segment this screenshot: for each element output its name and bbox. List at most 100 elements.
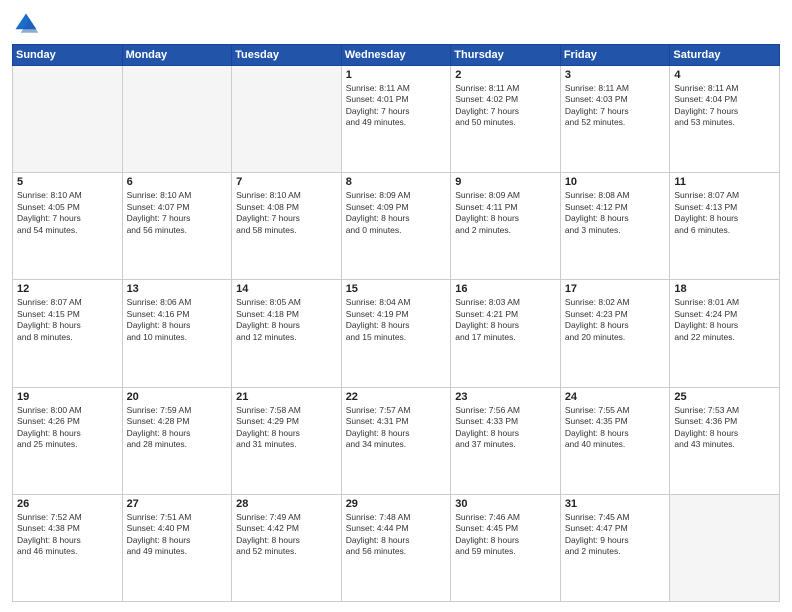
calendar-day-cell: 11 Sunrise: 8:07 AM Sunset: 4:13 PM Dayli… bbox=[670, 173, 780, 280]
day-number: 7 bbox=[236, 176, 337, 188]
day-number: 23 bbox=[455, 391, 556, 403]
calendar-day-cell bbox=[670, 494, 780, 601]
calendar-day-cell: 22 Sunrise: 7:57 AM Sunset: 4:31 PM Dayli… bbox=[341, 387, 451, 494]
day-number: 21 bbox=[236, 391, 337, 403]
day-info: Sunrise: 7:45 AM Sunset: 4:47 PM Dayligh… bbox=[565, 512, 666, 558]
calendar-day-cell: 14 Sunrise: 8:05 AM Sunset: 4:18 PM Dayli… bbox=[232, 280, 342, 387]
day-number: 5 bbox=[17, 176, 118, 188]
day-info: Sunrise: 8:01 AM Sunset: 4:24 PM Dayligh… bbox=[674, 297, 775, 343]
day-number: 13 bbox=[127, 283, 228, 295]
day-number: 30 bbox=[455, 498, 556, 510]
calendar-day-cell: 3 Sunrise: 8:11 AM Sunset: 4:03 PM Daylig… bbox=[560, 66, 670, 173]
calendar-day-cell: 19Sunrise: 8:00 AM Sunset: 4:26 PM Dayli… bbox=[13, 387, 123, 494]
day-info: Sunrise: 7:55 AM Sunset: 4:35 PM Dayligh… bbox=[565, 405, 666, 451]
day-info: Sunrise: 7:59 AM Sunset: 4:28 PM Dayligh… bbox=[127, 405, 228, 451]
day-number: 27 bbox=[127, 498, 228, 510]
day-info: Sunrise: 7:52 AM Sunset: 4:38 PM Dayligh… bbox=[17, 512, 118, 558]
day-number: 11 bbox=[674, 176, 775, 188]
day-number: 3 bbox=[565, 69, 666, 81]
calendar-week-row: 26 Sunrise: 7:52 AM Sunset: 4:38 PM Dayli… bbox=[13, 494, 780, 601]
calendar-day-header: Sunday bbox=[13, 45, 123, 66]
calendar-day-cell: 18 Sunrise: 8:01 AM Sunset: 4:24 PM Dayli… bbox=[670, 280, 780, 387]
day-number: 18 bbox=[674, 283, 775, 295]
calendar-day-cell: 12 Sunrise: 8:07 AM Sunset: 4:15 PM Dayli… bbox=[13, 280, 123, 387]
calendar-week-row: 1 Sunrise: 8:11 AM Sunset: 4:01 PM Daylig… bbox=[13, 66, 780, 173]
calendar-day-cell: 26 Sunrise: 7:52 AM Sunset: 4:38 PM Dayli… bbox=[13, 494, 123, 601]
calendar-day-cell: 10 Sunrise: 8:08 AM Sunset: 4:12 PM Dayli… bbox=[560, 173, 670, 280]
calendar-day-cell: 29Sunrise: 7:48 AM Sunset: 4:44 PM Dayli… bbox=[341, 494, 451, 601]
day-info: Sunrise: 8:11 AM Sunset: 4:03 PM Dayligh… bbox=[565, 83, 666, 129]
day-number: 26 bbox=[17, 498, 118, 510]
page: SundayMondayTuesdayWednesdayThursdayFrid… bbox=[0, 0, 792, 612]
calendar-day-header: Friday bbox=[560, 45, 670, 66]
day-info: Sunrise: 8:04 AM Sunset: 4:19 PM Dayligh… bbox=[346, 297, 447, 343]
day-info: Sunrise: 7:57 AM Sunset: 4:31 PM Dayligh… bbox=[346, 405, 447, 451]
calendar-day-cell: 4 Sunrise: 8:11 AM Sunset: 4:04 PM Daylig… bbox=[670, 66, 780, 173]
day-number: 16 bbox=[455, 283, 556, 295]
day-number: 31 bbox=[565, 498, 666, 510]
day-info: Sunrise: 8:02 AM Sunset: 4:23 PM Dayligh… bbox=[565, 297, 666, 343]
day-info: Sunrise: 7:56 AM Sunset: 4:33 PM Dayligh… bbox=[455, 405, 556, 451]
day-number: 20 bbox=[127, 391, 228, 403]
day-info: Sunrise: 7:53 AM Sunset: 4:36 PM Dayligh… bbox=[674, 405, 775, 451]
calendar-day-cell: 9 Sunrise: 8:09 AM Sunset: 4:11 PM Daylig… bbox=[451, 173, 561, 280]
logo bbox=[12, 10, 44, 38]
calendar-day-cell: 5 Sunrise: 8:10 AM Sunset: 4:05 PM Daylig… bbox=[13, 173, 123, 280]
day-info: Sunrise: 8:07 AM Sunset: 4:15 PM Dayligh… bbox=[17, 297, 118, 343]
day-number: 25 bbox=[674, 391, 775, 403]
calendar-header-row: SundayMondayTuesdayWednesdayThursdayFrid… bbox=[13, 45, 780, 66]
day-info: Sunrise: 8:03 AM Sunset: 4:21 PM Dayligh… bbox=[455, 297, 556, 343]
logo-icon bbox=[12, 10, 40, 38]
day-number: 12 bbox=[17, 283, 118, 295]
day-info: Sunrise: 8:10 AM Sunset: 4:05 PM Dayligh… bbox=[17, 190, 118, 236]
calendar-day-cell: 20 Sunrise: 7:59 AM Sunset: 4:28 PM Dayli… bbox=[122, 387, 232, 494]
day-info: Sunrise: 8:08 AM Sunset: 4:12 PM Dayligh… bbox=[565, 190, 666, 236]
calendar-day-cell bbox=[232, 66, 342, 173]
day-info: Sunrise: 8:05 AM Sunset: 4:18 PM Dayligh… bbox=[236, 297, 337, 343]
day-info: Sunrise: 8:11 AM Sunset: 4:04 PM Dayligh… bbox=[674, 83, 775, 129]
day-info: Sunrise: 8:06 AM Sunset: 4:16 PM Dayligh… bbox=[127, 297, 228, 343]
day-info: Sunrise: 7:46 AM Sunset: 4:45 PM Dayligh… bbox=[455, 512, 556, 558]
calendar-day-cell: 31 Sunrise: 7:45 AM Sunset: 4:47 PM Dayli… bbox=[560, 494, 670, 601]
header bbox=[12, 10, 780, 38]
calendar-day-cell bbox=[122, 66, 232, 173]
calendar-week-row: 5 Sunrise: 8:10 AM Sunset: 4:05 PM Daylig… bbox=[13, 173, 780, 280]
day-number: 2 bbox=[455, 69, 556, 81]
day-number: 14 bbox=[236, 283, 337, 295]
day-info: Sunrise: 7:51 AM Sunset: 4:40 PM Dayligh… bbox=[127, 512, 228, 558]
calendar-day-cell: 25 Sunrise: 7:53 AM Sunset: 4:36 PM Dayli… bbox=[670, 387, 780, 494]
calendar-day-cell: 6Sunrise: 8:10 AM Sunset: 4:07 PM Daylig… bbox=[122, 173, 232, 280]
calendar-day-cell: 8Sunrise: 8:09 AM Sunset: 4:09 PM Daylig… bbox=[341, 173, 451, 280]
calendar-week-row: 12 Sunrise: 8:07 AM Sunset: 4:15 PM Dayli… bbox=[13, 280, 780, 387]
day-number: 15 bbox=[346, 283, 447, 295]
calendar-day-header: Monday bbox=[122, 45, 232, 66]
day-number: 22 bbox=[346, 391, 447, 403]
calendar-day-cell: 13 Sunrise: 8:06 AM Sunset: 4:16 PM Dayli… bbox=[122, 280, 232, 387]
day-info: Sunrise: 8:07 AM Sunset: 4:13 PM Dayligh… bbox=[674, 190, 775, 236]
calendar-day-header: Tuesday bbox=[232, 45, 342, 66]
day-info: Sunrise: 8:11 AM Sunset: 4:02 PM Dayligh… bbox=[455, 83, 556, 129]
day-info: Sunrise: 7:48 AM Sunset: 4:44 PM Dayligh… bbox=[346, 512, 447, 558]
calendar-day-header: Wednesday bbox=[341, 45, 451, 66]
calendar-day-header: Saturday bbox=[670, 45, 780, 66]
calendar-day-cell: 27 Sunrise: 7:51 AM Sunset: 4:40 PM Dayli… bbox=[122, 494, 232, 601]
day-number: 9 bbox=[455, 176, 556, 188]
day-info: Sunrise: 7:58 AM Sunset: 4:29 PM Dayligh… bbox=[236, 405, 337, 451]
calendar-table: SundayMondayTuesdayWednesdayThursdayFrid… bbox=[12, 44, 780, 602]
day-number: 17 bbox=[565, 283, 666, 295]
day-number: 28 bbox=[236, 498, 337, 510]
day-info: Sunrise: 8:10 AM Sunset: 4:07 PM Dayligh… bbox=[127, 190, 228, 236]
day-number: 10 bbox=[565, 176, 666, 188]
day-number: 4 bbox=[674, 69, 775, 81]
calendar-day-cell: 16 Sunrise: 8:03 AM Sunset: 4:21 PM Dayli… bbox=[451, 280, 561, 387]
day-info: Sunrise: 8:09 AM Sunset: 4:11 PM Dayligh… bbox=[455, 190, 556, 236]
day-number: 1 bbox=[346, 69, 447, 81]
calendar-day-cell: 23 Sunrise: 7:56 AM Sunset: 4:33 PM Dayli… bbox=[451, 387, 561, 494]
calendar-day-cell bbox=[13, 66, 123, 173]
day-number: 8 bbox=[346, 176, 447, 188]
calendar-day-cell: 1 Sunrise: 8:11 AM Sunset: 4:01 PM Daylig… bbox=[341, 66, 451, 173]
day-info: Sunrise: 8:11 AM Sunset: 4:01 PM Dayligh… bbox=[346, 83, 447, 129]
calendar-day-cell: 15 Sunrise: 8:04 AM Sunset: 4:19 PM Dayli… bbox=[341, 280, 451, 387]
calendar-day-cell: 7Sunrise: 8:10 AM Sunset: 4:08 PM Daylig… bbox=[232, 173, 342, 280]
calendar-week-row: 19Sunrise: 8:00 AM Sunset: 4:26 PM Dayli… bbox=[13, 387, 780, 494]
